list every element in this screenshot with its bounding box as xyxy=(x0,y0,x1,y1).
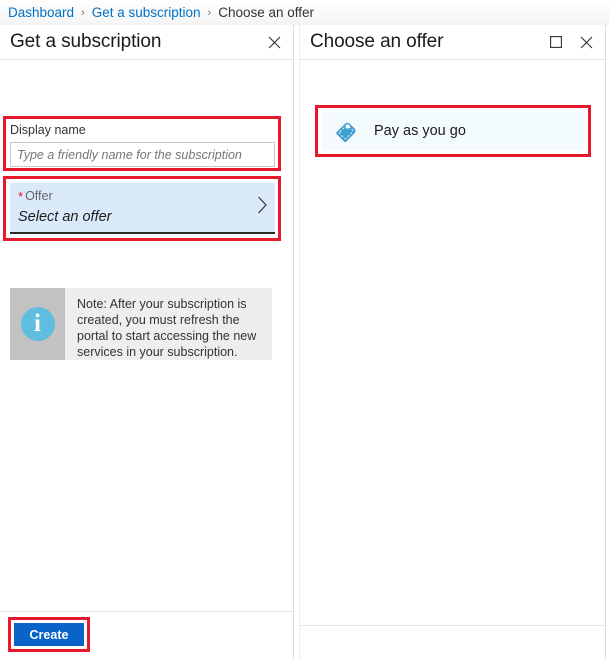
right-blade-title: Choose an offer xyxy=(310,31,444,52)
note-text: Note: After your subscription is created… xyxy=(77,297,257,359)
breadcrumb-item-choose-an-offer: Choose an offer xyxy=(218,5,315,20)
breadcrumb-separator-icon: › xyxy=(207,6,212,19)
left-blade-header: Get a subscription xyxy=(0,25,293,60)
note-panel: i Note: After your subscription is creat… xyxy=(10,288,272,360)
breadcrumb-item-get-a-subscription[interactable]: Get a subscription xyxy=(92,5,201,20)
blade-choose-an-offer: Choose an offer Pay as you go xyxy=(299,25,606,659)
offer-selector[interactable]: * Offer Select an offer xyxy=(10,183,275,234)
display-name-input[interactable] xyxy=(10,142,275,167)
display-name-field-group: Display name xyxy=(10,123,275,167)
note-icon-column: i xyxy=(10,288,65,360)
info-icon: i xyxy=(20,307,55,341)
left-blade-footer: Create xyxy=(0,611,293,659)
chevron-right-icon xyxy=(257,196,268,217)
tag-icon xyxy=(334,116,362,147)
breadcrumb: Dashboard › Get a subscription › Choose … xyxy=(0,0,609,25)
create-button[interactable]: Create xyxy=(14,623,84,646)
display-name-label: Display name xyxy=(10,123,86,137)
offer-list-item-label: Pay as you go xyxy=(374,123,466,139)
offer-label-row: * Offer xyxy=(18,189,267,204)
right-blade-header: Choose an offer xyxy=(300,25,605,60)
left-blade-title: Get a subscription xyxy=(10,31,162,52)
required-asterisk-icon: * xyxy=(18,189,24,204)
offer-label: Offer xyxy=(25,189,53,203)
close-icon[interactable] xyxy=(263,31,285,53)
close-icon[interactable] xyxy=(575,31,597,53)
offer-list-item-pay-as-you-go[interactable]: Pay as you go xyxy=(322,112,584,150)
right-blade-body: Pay as you go xyxy=(300,60,605,624)
blade-get-a-subscription: Get a subscription Display name *Offer S… xyxy=(0,25,294,659)
breadcrumb-separator-icon: › xyxy=(81,6,85,19)
breadcrumb-item-dashboard[interactable]: Dashboard xyxy=(8,5,74,20)
offer-value: Select an offer xyxy=(18,209,112,225)
left-blade-body: Display name *Offer Select an offer i No… xyxy=(0,60,293,612)
right-blade-footer xyxy=(300,625,605,659)
maximize-icon[interactable] xyxy=(545,31,567,53)
